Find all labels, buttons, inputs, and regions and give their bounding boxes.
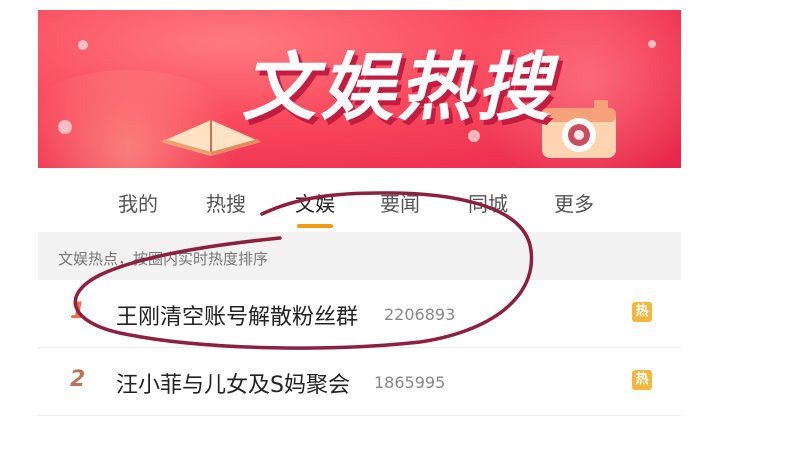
active-tab-indicator [297, 224, 333, 228]
tab-news[interactable]: 要闻 [380, 188, 420, 217]
hint-bar: 文娱热点，按圈内实时热度排序 [38, 232, 681, 280]
banner: 文娱热搜 [38, 10, 681, 168]
hot-search-panel: 文娱热搜 我的 热搜 文娱 要闻 同城 更多 文娱热点，按圈内实时热度排序 1 … [38, 0, 681, 457]
list-item[interactable]: 1 王刚清空账号解散粉丝群 2206893 热 [38, 281, 681, 348]
tab-entertainment[interactable]: 文娱 [295, 188, 335, 217]
hot-badge: 热 [632, 370, 652, 390]
topic-title[interactable]: 汪小菲与儿女及S妈聚会 [116, 367, 350, 399]
hot-badge: 热 [632, 302, 652, 322]
topic-title[interactable]: 王刚清空账号解散粉丝群 [116, 299, 358, 331]
list-item[interactable]: 2 汪小菲与儿女及S妈聚会 1865995 热 [38, 349, 681, 416]
tab-more[interactable]: 更多 [554, 188, 594, 217]
category-tabs: 我的 热搜 文娱 要闻 同城 更多 [38, 168, 681, 232]
heat-count: 1865995 [374, 373, 446, 392]
tab-local[interactable]: 同城 [468, 188, 508, 217]
rank-number: 1 [70, 299, 86, 324]
hint-text: 文娱热点，按圈内实时热度排序 [58, 250, 269, 268]
banner-title: 文娱热搜 [242, 45, 554, 131]
tab-mine[interactable]: 我的 [118, 188, 158, 217]
rank-number: 2 [70, 367, 86, 392]
tab-hot[interactable]: 热搜 [206, 188, 246, 217]
heat-count: 2206893 [384, 305, 456, 324]
